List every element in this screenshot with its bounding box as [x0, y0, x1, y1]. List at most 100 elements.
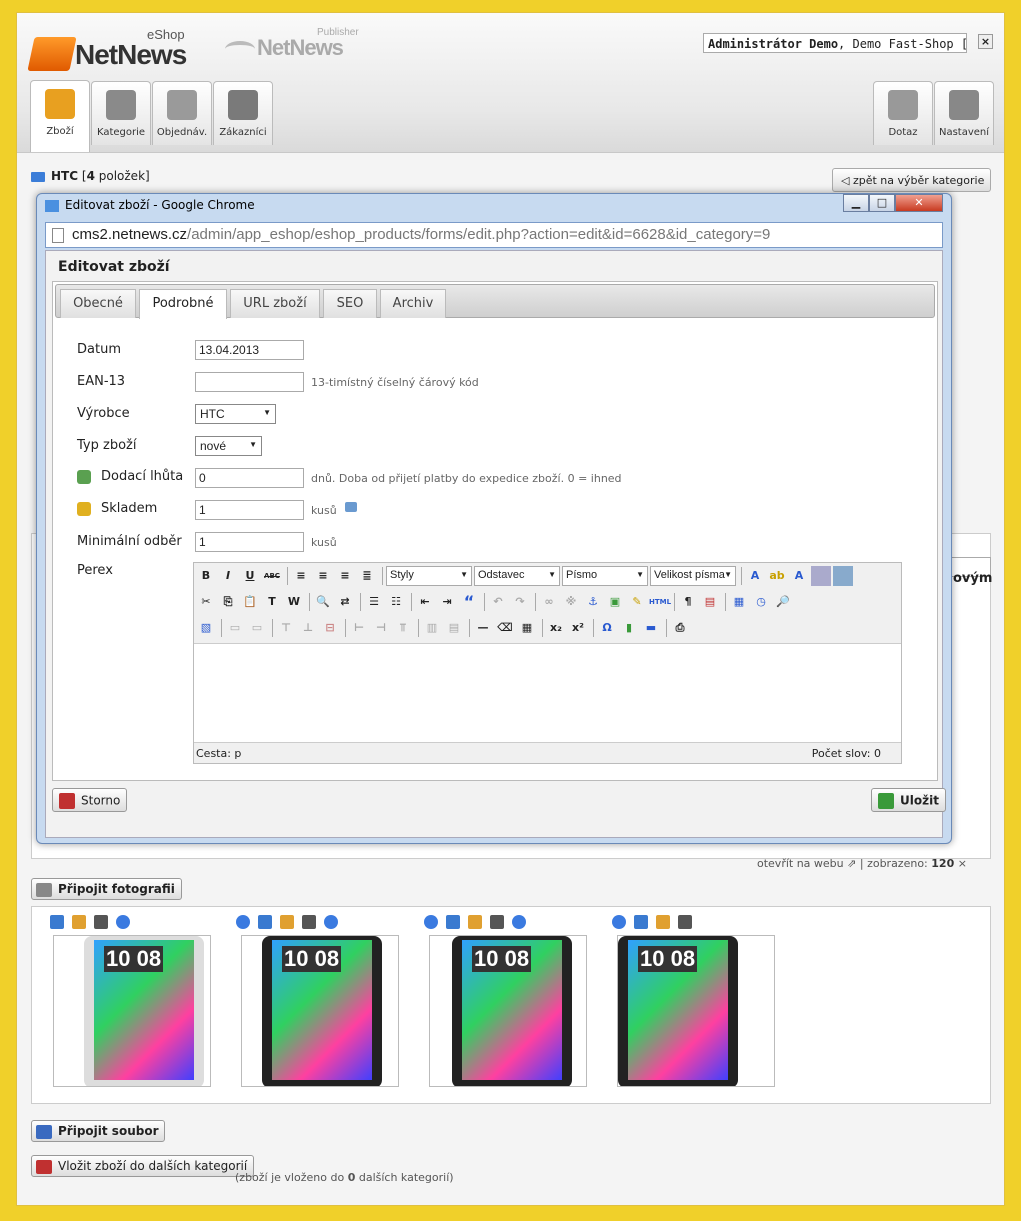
- tab-obecne[interactable]: Obecné: [60, 289, 136, 318]
- redo-icon[interactable]: ↷: [510, 592, 530, 612]
- tab-zbozi[interactable]: Zboží: [30, 80, 90, 152]
- styles-select[interactable]: Styly: [386, 566, 472, 586]
- italic-icon[interactable]: I: [218, 566, 238, 586]
- edit-icon[interactable]: [468, 915, 482, 929]
- outdent-icon[interactable]: ⇤: [415, 592, 435, 612]
- bullet-list-icon[interactable]: ☰: [364, 592, 384, 612]
- edit-icon[interactable]: [280, 915, 294, 929]
- photo-thumbnail[interactable]: 10 08: [53, 935, 211, 1087]
- delivery-field[interactable]: 0: [195, 468, 304, 488]
- editor-content-area[interactable]: [194, 643, 901, 743]
- arrow-left-icon[interactable]: [424, 915, 438, 929]
- align-left-icon[interactable]: ≡: [291, 566, 311, 586]
- format-select[interactable]: Odstavec: [474, 566, 560, 586]
- special-char-icon[interactable]: Ω: [597, 618, 617, 638]
- bold-icon[interactable]: B: [196, 566, 216, 586]
- close-window-button[interactable]: ✕: [895, 194, 943, 212]
- underline-icon[interactable]: U: [240, 566, 260, 586]
- cancel-button[interactable]: Storno: [52, 788, 128, 812]
- paste-icon[interactable]: 📋: [240, 592, 260, 612]
- trash-icon[interactable]: [302, 915, 316, 929]
- blockquote-icon[interactable]: “: [459, 592, 479, 612]
- align-right-icon[interactable]: ≡: [335, 566, 355, 586]
- edit-icon[interactable]: [72, 915, 86, 929]
- date-field[interactable]: 13.04.2013: [195, 340, 304, 360]
- copy-icon[interactable]: ⎘: [218, 592, 238, 612]
- ean-field[interactable]: [195, 372, 304, 392]
- address-bar[interactable]: cms2.netnews.cz/admin/app_eshop/eshop_pr…: [45, 222, 943, 248]
- cut-icon[interactable]: ✂: [196, 592, 216, 612]
- col-before-icon[interactable]: ⊢: [349, 618, 369, 638]
- trash-icon[interactable]: [94, 915, 108, 929]
- remove-format-icon[interactable]: ⌫: [495, 618, 515, 638]
- superscript-icon[interactable]: x²: [568, 618, 588, 638]
- stock-field[interactable]: 1: [195, 500, 304, 520]
- template-icon[interactable]: ▤: [700, 592, 720, 612]
- open-web-link[interactable]: otevřít na webu: [757, 857, 844, 870]
- save-button[interactable]: Uložit: [871, 788, 946, 812]
- type-select[interactable]: nové: [195, 436, 262, 456]
- row-after-icon[interactable]: ⊥: [298, 618, 318, 638]
- min-order-field[interactable]: 1: [195, 532, 304, 552]
- back-to-category-button[interactable]: ◁ zpět na výběr kategorie: [832, 168, 991, 192]
- cleanup-icon[interactable]: ✎: [627, 592, 647, 612]
- trash-icon[interactable]: [678, 915, 692, 929]
- arrow-right-icon[interactable]: [324, 915, 338, 929]
- tab-nastaveni[interactable]: Nastavení: [934, 81, 994, 145]
- replace-icon[interactable]: ⇄: [335, 592, 355, 612]
- tab-objednavky[interactable]: Objednáv.: [152, 81, 212, 145]
- table-row-props-icon[interactable]: ▭: [225, 618, 245, 638]
- arrow-left-icon[interactable]: [236, 915, 250, 929]
- trash-icon[interactable]: [490, 915, 504, 929]
- insert-into-categories-button[interactable]: Vložit zboží do dalších kategorií: [31, 1155, 255, 1177]
- unlink-icon[interactable]: ※: [561, 592, 581, 612]
- logout-button[interactable]: ×: [978, 34, 993, 49]
- resize-icon[interactable]: [446, 915, 460, 929]
- tab-archiv[interactable]: Archiv: [380, 289, 446, 318]
- tab-zakaznici[interactable]: Zákazníci: [213, 81, 273, 145]
- find-icon[interactable]: 🔍: [313, 592, 333, 612]
- table-cell-props-icon[interactable]: ▭: [247, 618, 267, 638]
- hr-advanced-icon[interactable]: ▬: [641, 618, 661, 638]
- paste-text-icon[interactable]: T: [262, 592, 282, 612]
- clear-format-icon[interactable]: A: [789, 566, 809, 586]
- insert-layer-icon[interactable]: ▧: [196, 618, 216, 638]
- link-icon[interactable]: ∞: [539, 592, 559, 612]
- arrow-left-icon[interactable]: [612, 915, 626, 929]
- delete-row-icon[interactable]: ⊟: [320, 618, 340, 638]
- photo-thumbnail[interactable]: 10 08: [241, 935, 399, 1087]
- text-color-icon[interactable]: A: [745, 566, 765, 586]
- align-justify-icon[interactable]: ≣: [357, 566, 377, 586]
- anchor-icon[interactable]: ⚓: [583, 592, 603, 612]
- align-center-icon[interactable]: ≡: [313, 566, 333, 586]
- insert-time-icon[interactable]: ◷: [751, 592, 771, 612]
- font-select[interactable]: Písmo: [562, 566, 648, 586]
- preview-icon[interactable]: 🔎: [773, 592, 793, 612]
- split-cells-icon[interactable]: ▥: [422, 618, 442, 638]
- show-blocks-icon[interactable]: ¶: [678, 592, 698, 612]
- numbered-list-icon[interactable]: ☷: [386, 592, 406, 612]
- subscript-icon[interactable]: x₂: [546, 618, 566, 638]
- fullscreen-icon[interactable]: [833, 566, 853, 586]
- maximize-button[interactable]: □: [869, 194, 895, 212]
- horizontal-rule-icon[interactable]: —: [473, 618, 493, 638]
- maker-select[interactable]: HTC: [195, 404, 276, 424]
- arrow-right-icon[interactable]: [116, 915, 130, 929]
- tab-podrobne[interactable]: Podrobné: [139, 289, 227, 319]
- table-icon[interactable]: ▦: [517, 618, 537, 638]
- insert-date-icon[interactable]: ▦: [729, 592, 749, 612]
- comment-icon[interactable]: [345, 502, 357, 512]
- close-icon[interactable]: ×: [958, 857, 967, 870]
- indent-icon[interactable]: ⇥: [437, 592, 457, 612]
- font-size-select[interactable]: Velikost písma: [650, 566, 736, 586]
- photo-thumbnail[interactable]: 10 08: [429, 935, 587, 1087]
- delete-col-icon[interactable]: ⫪: [393, 618, 413, 638]
- row-before-icon[interactable]: ⊤: [276, 618, 296, 638]
- highlight-icon[interactable]: ab: [767, 566, 787, 586]
- edit-icon[interactable]: [656, 915, 670, 929]
- merge-cells-icon[interactable]: ▤: [444, 618, 464, 638]
- tab-seo[interactable]: SEO: [323, 289, 377, 318]
- photo-thumbnail[interactable]: 10 08: [617, 935, 775, 1087]
- tab-dotaz[interactable]: Dotaz: [873, 81, 933, 145]
- col-after-icon[interactable]: ⊣: [371, 618, 391, 638]
